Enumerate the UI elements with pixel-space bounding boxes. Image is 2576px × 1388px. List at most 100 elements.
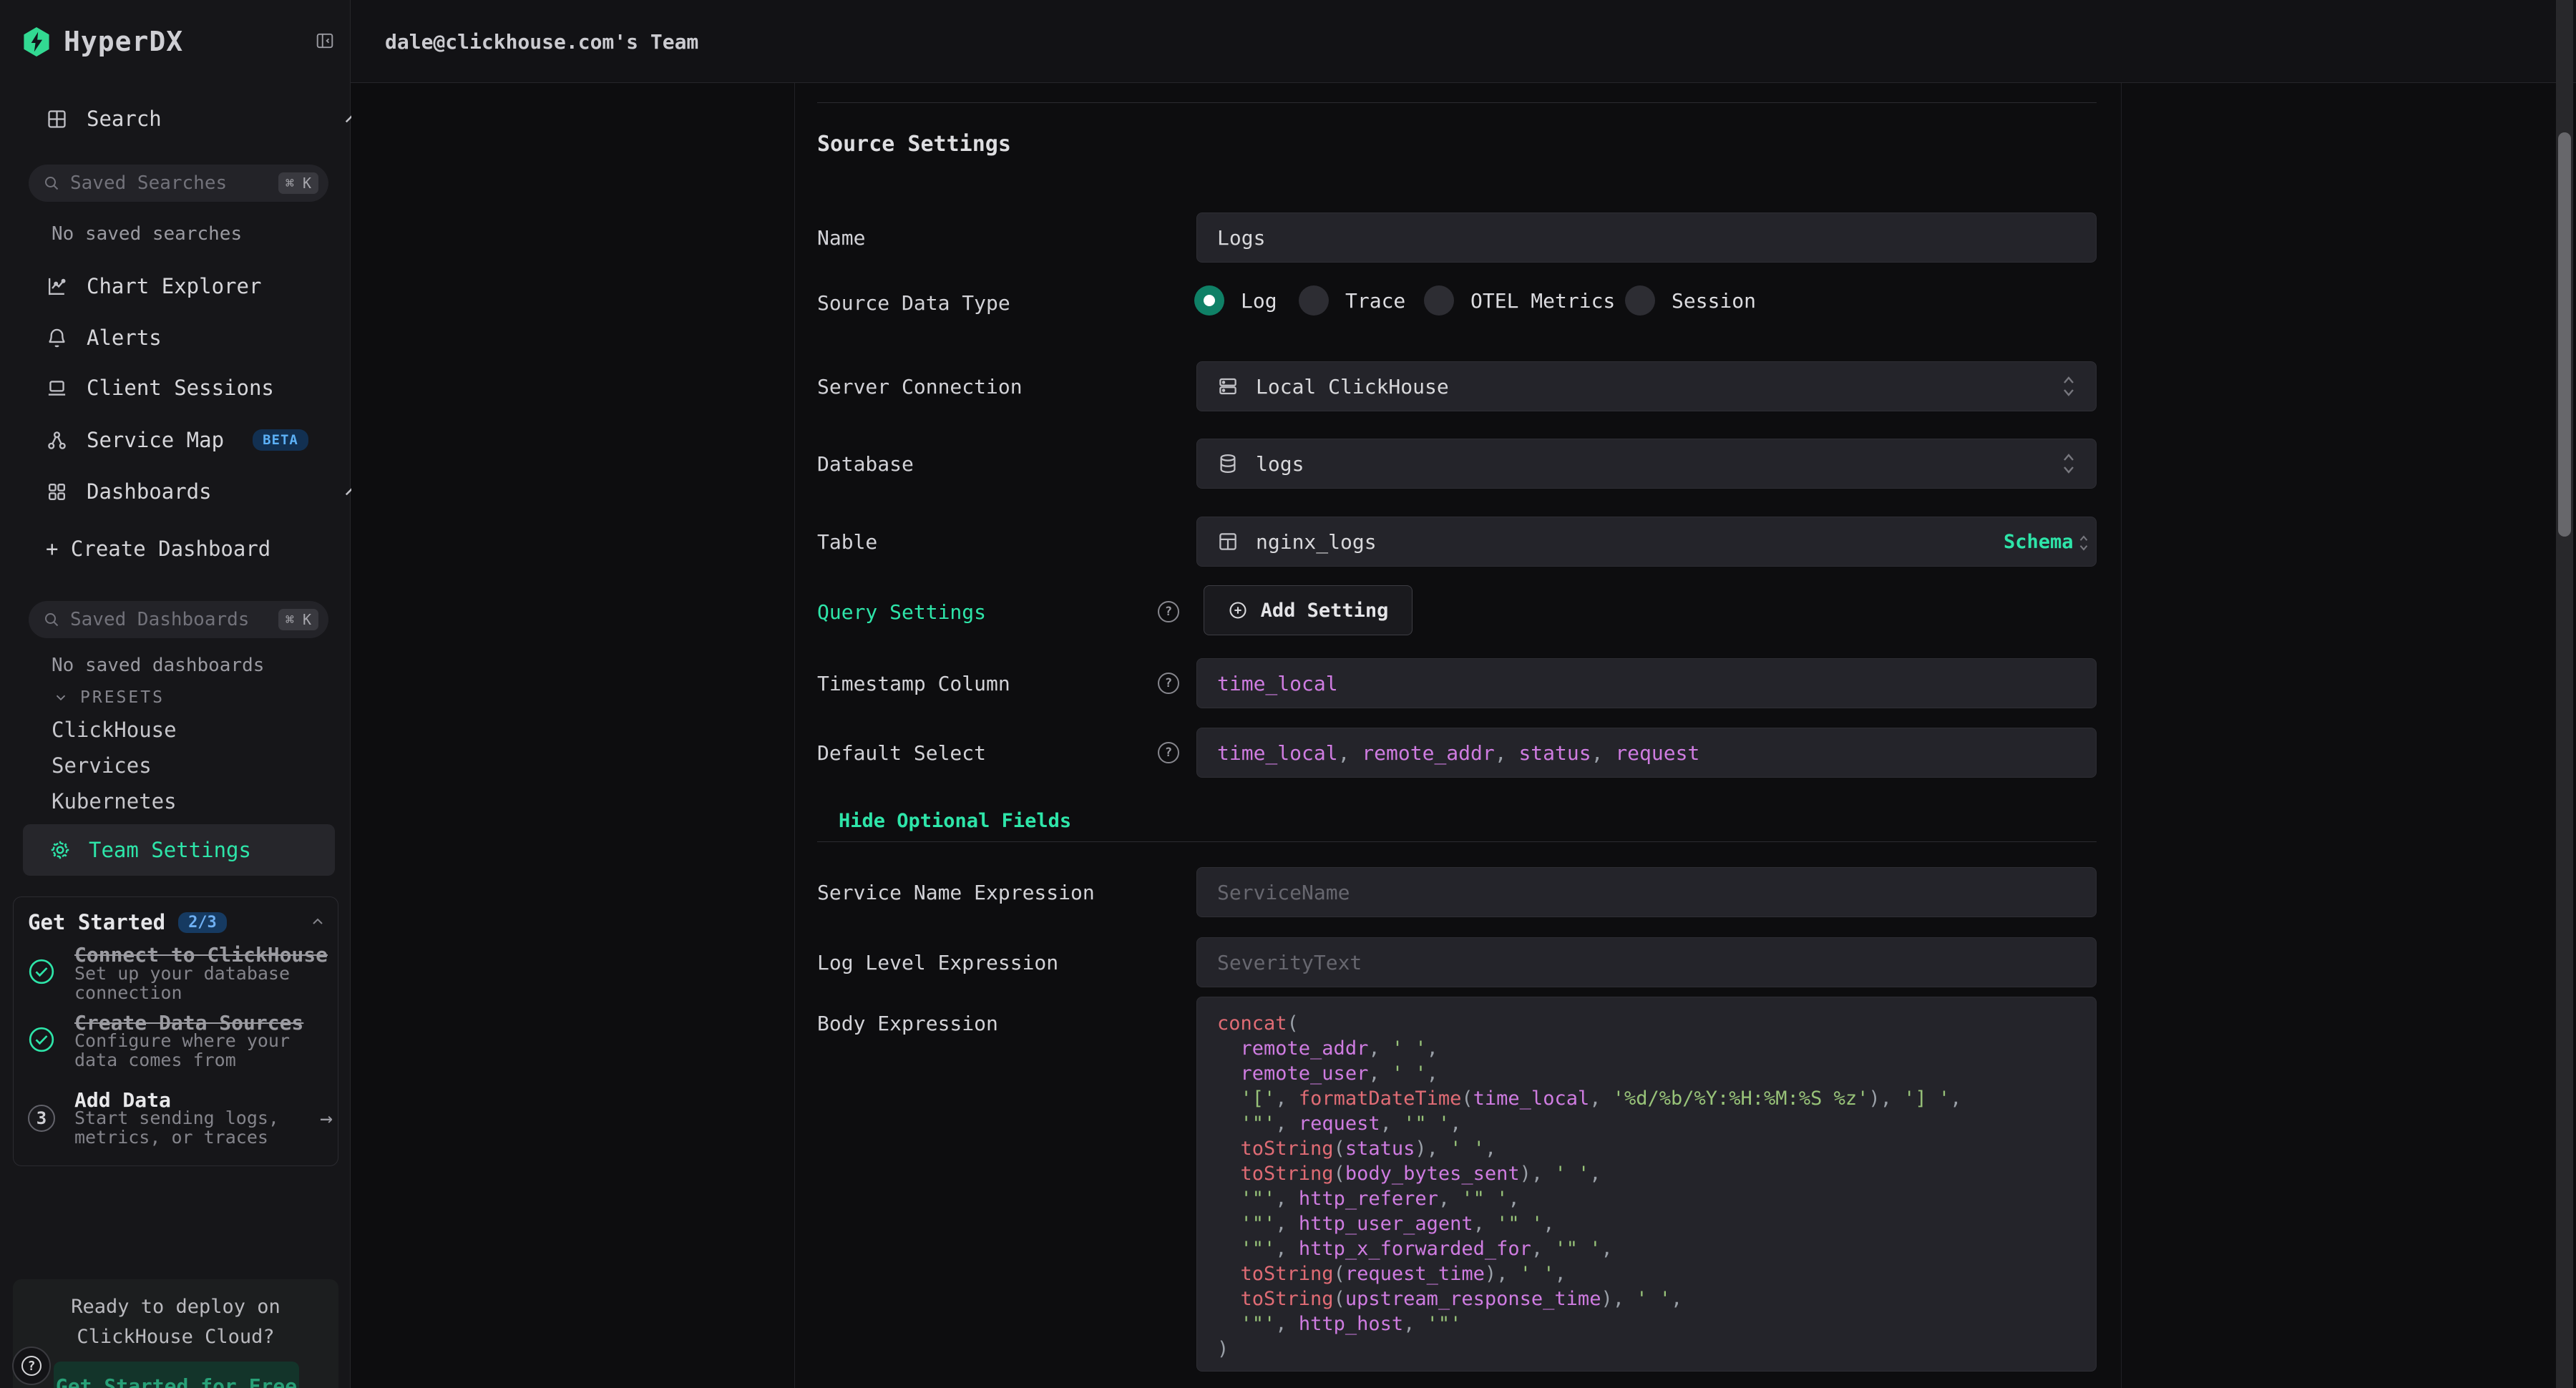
service-name-expression-input[interactable]: ServiceName xyxy=(1196,867,2097,917)
sidebar-item-label: Dashboards xyxy=(87,479,212,504)
presets-label: PRESETS xyxy=(80,688,165,707)
radio-session[interactable]: Session xyxy=(1625,285,1756,316)
get-started-title: Get Started xyxy=(28,910,165,934)
name-input[interactable]: Logs xyxy=(1196,212,2097,263)
check-circle-icon xyxy=(27,957,56,986)
scrollbar-thumb[interactable] xyxy=(2558,132,2571,537)
scrollbar-track[interactable] xyxy=(2556,0,2573,1388)
sidebar-item-label: Alerts xyxy=(87,326,162,350)
step-number-badge: 3 xyxy=(28,1105,55,1132)
logo[interactable]: HyperDX xyxy=(24,26,183,57)
radio-icon[interactable] xyxy=(1424,285,1454,316)
source-data-type-label: Source Data Type xyxy=(817,291,1010,315)
radio-otel-metrics[interactable]: OTEL Metrics xyxy=(1424,285,1615,316)
timestamp-column-label: Timestamp Column xyxy=(817,672,1010,695)
add-setting-button[interactable]: Add Setting xyxy=(1204,585,1413,635)
name-label: Name xyxy=(817,226,865,250)
help-button[interactable]: ? xyxy=(12,1347,51,1385)
section-top-divider xyxy=(817,102,2097,103)
top-bar: dale@clickhouse.com's Team xyxy=(351,0,2576,83)
default-select-label: Default Select xyxy=(817,741,986,765)
sidebar-item-chart-explorer[interactable]: Chart Explorer xyxy=(46,271,261,301)
page-title: Source Settings xyxy=(817,132,1011,157)
sidebar-item-search[interactable]: Search xyxy=(46,104,162,134)
body-expression-editor[interactable]: concat( remote_addr, ' ', remote_user, '… xyxy=(1196,997,2097,1372)
radio-trace[interactable]: Trace xyxy=(1299,285,1405,316)
select-chevrons-icon xyxy=(2077,534,2090,552)
sidebar-item-team-settings[interactable]: Team Settings xyxy=(23,824,335,876)
database-select[interactable]: logs xyxy=(1196,439,2097,489)
optional-fields-divider xyxy=(817,841,2097,842)
question-mark-icon: ? xyxy=(21,1356,42,1376)
progress-badge: 2/3 xyxy=(178,912,227,933)
database-value: logs xyxy=(1256,452,1304,476)
laptop-icon xyxy=(46,377,68,399)
search-icon xyxy=(43,611,60,628)
panel-left-border xyxy=(794,83,795,1388)
step-description: Configure where your data comes from xyxy=(74,1031,296,1070)
preset-services[interactable]: Services xyxy=(52,753,152,778)
sidebar-item-alerts[interactable]: Alerts xyxy=(46,323,162,353)
radio-log[interactable]: Log xyxy=(1194,285,1277,316)
shortcut-badge: ⌘ K xyxy=(278,172,318,194)
saved-searches-input[interactable]: Saved Searches ⌘ K xyxy=(29,165,328,202)
table-label: Table xyxy=(817,530,877,554)
bell-icon xyxy=(46,327,68,349)
cloud-promo-card: Ready to deploy on ClickHouse Cloud? Get… xyxy=(13,1279,338,1388)
chevron-up-icon[interactable] xyxy=(309,913,326,930)
app-name: HyperDX xyxy=(64,26,183,57)
sidebar-item-service-map[interactable]: Service Map BETA xyxy=(46,425,308,455)
timestamp-column-input[interactable]: time_local xyxy=(1196,658,2097,708)
hide-optional-fields-link[interactable]: Hide Optional Fields xyxy=(839,810,1071,832)
radio-selected-icon[interactable] xyxy=(1194,285,1224,316)
saved-searches-placeholder: Saved Searches xyxy=(70,172,268,194)
radio-icon[interactable] xyxy=(1299,285,1329,316)
main-content: Source Settings Name Logs Source Data Ty… xyxy=(351,83,2556,1388)
body-expression-label: Body Expression xyxy=(817,1012,998,1035)
gear-icon xyxy=(49,839,72,861)
get-started-header[interactable]: Get Started 2/3 xyxy=(28,910,227,934)
search-section-icon xyxy=(46,108,68,130)
arrow-right-icon[interactable]: → xyxy=(320,1106,333,1131)
saved-dashboards-input[interactable]: Saved Dashboards ⌘ K xyxy=(29,601,328,638)
sidebar-item-dashboards[interactable]: Dashboards xyxy=(46,476,212,507)
dashboards-icon xyxy=(46,481,68,503)
saved-dashboards-placeholder: Saved Dashboards xyxy=(70,609,268,630)
table-icon xyxy=(1217,531,1239,552)
presets-toggle[interactable]: PRESETS xyxy=(53,688,165,707)
create-dashboard-button[interactable]: + Create Dashboard xyxy=(46,534,270,564)
sidebar-collapse-icon[interactable] xyxy=(315,31,335,50)
help-circle-icon[interactable]: ? xyxy=(1158,742,1179,763)
get-started-free-button[interactable]: Get Started for Free xyxy=(54,1362,299,1388)
help-circle-icon[interactable]: ? xyxy=(1158,601,1179,622)
timestamp-column-value: time_local xyxy=(1217,672,1338,695)
create-dashboard-label: + Create Dashboard xyxy=(46,537,270,561)
service-map-icon xyxy=(46,429,68,451)
service-name-placeholder: ServiceName xyxy=(1217,881,1350,904)
sidebar-item-client-sessions[interactable]: Client Sessions xyxy=(46,373,274,403)
name-value: Logs xyxy=(1217,226,1265,250)
table-select[interactable]: nginx_logs xyxy=(1196,517,2097,567)
server-icon xyxy=(1217,376,1239,397)
database-label: Database xyxy=(817,452,914,476)
preset-kubernetes[interactable]: Kubernetes xyxy=(52,789,177,813)
select-chevrons-icon xyxy=(2060,451,2077,476)
default-select-input[interactable]: time_local, remote_addr, status, request xyxy=(1196,728,2097,778)
schema-link[interactable]: Schema xyxy=(2004,531,2074,553)
beta-badge: BETA xyxy=(253,429,308,451)
team-title: dale@clickhouse.com's Team xyxy=(385,30,698,54)
hyperdx-app: HyperDX Search Saved Searches ⌘ K No sav… xyxy=(0,0,2576,1388)
preset-clickhouse[interactable]: ClickHouse xyxy=(52,718,177,742)
chevron-down-icon xyxy=(53,690,69,705)
server-connection-select[interactable]: Local ClickHouse xyxy=(1196,361,2097,411)
log-level-placeholder: SeverityText xyxy=(1217,951,1362,974)
database-icon xyxy=(1217,453,1239,474)
radio-icon[interactable] xyxy=(1625,285,1655,316)
service-name-expression-label: Service Name Expression xyxy=(817,881,1095,904)
log-level-expression-input[interactable]: SeverityText xyxy=(1196,937,2097,987)
cloud-promo-text: Ready to deploy on ClickHouse Cloud? xyxy=(13,1292,338,1352)
server-connection-value: Local ClickHouse xyxy=(1256,375,1449,399)
sidebar: HyperDX Search Saved Searches ⌘ K No sav… xyxy=(0,0,351,1388)
sidebar-item-label: Service Map xyxy=(87,428,224,452)
help-circle-icon[interactable]: ? xyxy=(1158,673,1179,694)
